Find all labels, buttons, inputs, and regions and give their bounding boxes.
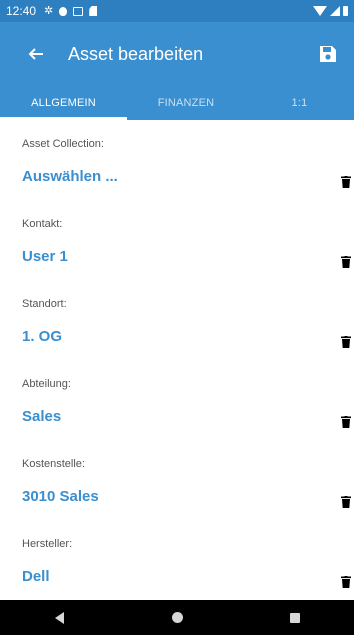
status-bar: 12:40 ✲ (0, 0, 354, 22)
trash-icon[interactable] (341, 416, 351, 428)
system-nav-bar (0, 600, 354, 635)
field-label: Abteilung: (22, 378, 71, 390)
save-button[interactable] (308, 34, 348, 74)
tab-finanzen[interactable]: FINANZEN (127, 86, 245, 120)
battery-icon (343, 6, 348, 16)
field-value[interactable]: Dell (22, 568, 50, 585)
field-kontakt: Kontakt: User 1 (0, 200, 354, 280)
page-title: Asset bearbeiten (68, 43, 204, 64)
sd-card-icon (89, 6, 98, 16)
tab-bar: ALLGEMEIN FINANZEN 1:1 (0, 86, 354, 120)
field-label: Asset Collection: (22, 138, 104, 150)
tab-allgemein[interactable]: ALLGEMEIN (0, 86, 127, 120)
trash-icon[interactable] (341, 256, 351, 268)
trash-icon[interactable] (341, 576, 351, 588)
field-value[interactable]: Auswählen ... (22, 168, 118, 185)
field-asset-collection: Asset Collection: Auswählen ... (0, 120, 354, 200)
nav-back-button[interactable] (29, 600, 89, 635)
arrow-left-icon (28, 48, 43, 60)
field-abteilung: Abteilung: Sales (0, 360, 354, 440)
field-label: Kontakt: (22, 218, 63, 230)
form-content: Asset Collection: Auswählen ... Kontakt:… (0, 120, 354, 600)
field-kostenstelle: Kostenstelle: 3010 Sales (0, 440, 354, 520)
field-standort: Standort: 1. OG (0, 280, 354, 360)
tab-one-to-one[interactable]: 1:1 (245, 86, 354, 120)
signal-icon (330, 6, 340, 16)
field-hersteller: Hersteller: Dell (0, 520, 354, 600)
notification-dot-icon (59, 6, 68, 16)
image-icon (73, 6, 84, 16)
field-label: Kostenstelle: (22, 458, 85, 470)
trash-icon[interactable] (341, 496, 351, 508)
gear-icon: ✲ (44, 4, 54, 17)
trash-icon[interactable] (341, 336, 351, 348)
field-value[interactable]: Sales (22, 408, 61, 425)
floppy-disk-icon (320, 46, 336, 62)
status-time: 12:40 (6, 4, 37, 18)
trash-icon[interactable] (341, 176, 351, 188)
field-label: Hersteller: (22, 538, 73, 550)
nav-recents-button[interactable] (265, 600, 325, 635)
field-label: Standort: (22, 298, 67, 310)
back-button[interactable] (14, 32, 58, 76)
wifi-icon (313, 6, 327, 16)
nav-home-button[interactable] (147, 600, 207, 635)
nav-home-icon (171, 612, 183, 623)
nav-recents-icon (290, 612, 300, 623)
status-system-icons (313, 6, 348, 16)
nav-back-icon (54, 611, 64, 624)
field-value[interactable]: 3010 Sales (22, 488, 99, 505)
app-bar: Asset bearbeiten (0, 22, 354, 86)
field-value[interactable]: 1. OG (22, 328, 62, 345)
field-value[interactable]: User 1 (22, 248, 68, 265)
status-notification-icons: ✲ (44, 4, 98, 17)
